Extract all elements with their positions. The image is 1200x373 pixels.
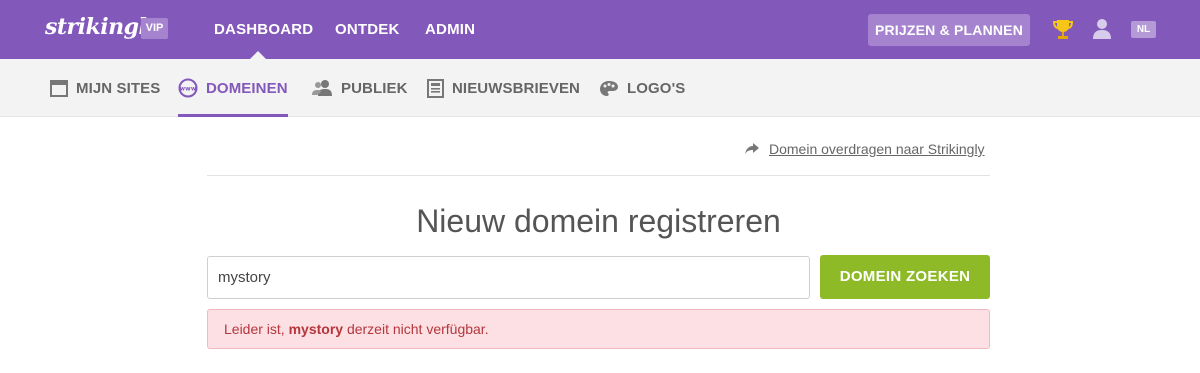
- subnav-label: DOMEINEN: [206, 79, 288, 97]
- svg-text:www: www: [180, 86, 197, 93]
- trophy-icon[interactable]: [1052, 18, 1074, 45]
- share-arrow-icon: [745, 143, 759, 154]
- www-globe-icon: www: [178, 78, 198, 98]
- subnav-label: LOGO'S: [627, 79, 686, 97]
- page-title: Nieuw domein registreren: [416, 203, 781, 239]
- subnav-label: NIEUWSBRIEVEN: [452, 79, 580, 97]
- alert-suffix: derzeit nicht verfügbar.: [343, 321, 489, 337]
- alert-prefix: Leider ist,: [224, 321, 289, 337]
- people-icon: [312, 80, 332, 96]
- dashboard-subnav: MIJN SITES www DOMEINEN PUBLIEK NIEUWSBR…: [0, 59, 1200, 117]
- newsletter-icon: [427, 78, 444, 98]
- nav-ontdek[interactable]: ONTDEK: [335, 0, 400, 59]
- active-nav-caret: [250, 51, 266, 59]
- browser-window-icon: [50, 79, 68, 97]
- user-account-icon[interactable]: [1092, 18, 1112, 45]
- subnav-label: MIJN SITES: [76, 79, 161, 97]
- unavailable-alert: Leider ist, mystory derzeit nicht verfüg…: [207, 309, 990, 349]
- palette-icon: [600, 80, 618, 96]
- top-navbar: strikingly VIP DASHBOARD ONTDEK ADMIN PR…: [0, 0, 1200, 59]
- divider: [207, 175, 990, 176]
- subnav-logos[interactable]: LOGO'S: [599, 59, 685, 117]
- transfer-domain: Domein overdragen naar Strikingly: [745, 140, 985, 158]
- subnav-audience[interactable]: PUBLIEK: [312, 59, 408, 117]
- nav-admin[interactable]: ADMIN: [425, 0, 475, 59]
- subnav-domains[interactable]: www DOMEINEN: [178, 59, 288, 117]
- alert-domain: mystory: [288, 321, 344, 337]
- subnav-label: PUBLIEK: [341, 79, 408, 97]
- subnav-newsletters[interactable]: NIEUWSBRIEVEN: [427, 59, 580, 117]
- search-domain-button[interactable]: DOMEIN ZOEKEN: [820, 255, 990, 299]
- language-selector[interactable]: NL: [1131, 21, 1156, 38]
- pricing-plans-button[interactable]: PRIJZEN & PLANNEN: [868, 14, 1030, 46]
- transfer-domain-link[interactable]: Domein overdragen naar Strikingly: [769, 141, 985, 157]
- domain-search-input[interactable]: [207, 256, 810, 299]
- subnav-my-sites[interactable]: MIJN SITES: [50, 59, 160, 117]
- vip-badge: VIP: [141, 18, 168, 39]
